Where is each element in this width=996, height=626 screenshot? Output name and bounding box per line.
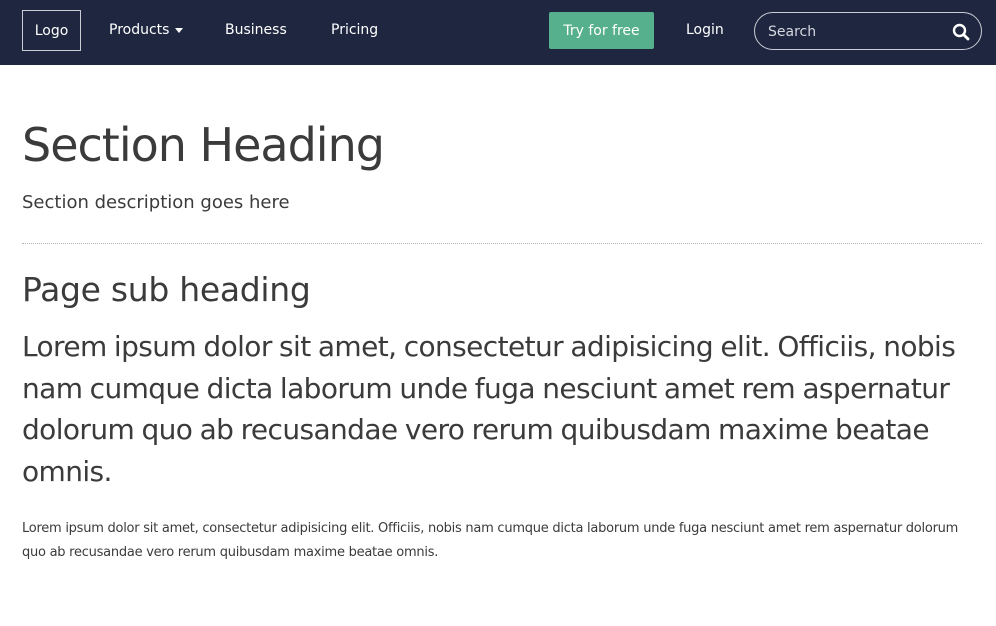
- top-navbar: Logo Products Business Pricing Try for f…: [0, 0, 996, 65]
- divider: [22, 243, 982, 244]
- nav-business[interactable]: Business: [225, 19, 287, 41]
- page-sub-heading: Page sub heading: [22, 270, 311, 309]
- section-heading: Section Heading: [22, 118, 385, 172]
- section-description: Section description goes here: [22, 192, 290, 213]
- lead-paragraph: Lorem ipsum dolor sit amet, consectetur …: [22, 330, 956, 488]
- nav-pricing[interactable]: Pricing: [331, 19, 378, 41]
- login-link[interactable]: Login: [686, 19, 724, 41]
- logo[interactable]: Logo: [22, 10, 81, 51]
- caret-down-icon: [175, 28, 184, 33]
- try-for-free-button[interactable]: Try for free: [549, 12, 654, 49]
- search-icon[interactable]: [952, 23, 970, 41]
- nav-products[interactable]: Products: [109, 19, 184, 41]
- search-input[interactable]: [768, 21, 943, 43]
- nav-products-label: Products: [109, 22, 170, 38]
- body-paragraph: Lorem ipsum dolor sit amet, consectetur …: [22, 521, 959, 560]
- search-box: [754, 12, 982, 50]
